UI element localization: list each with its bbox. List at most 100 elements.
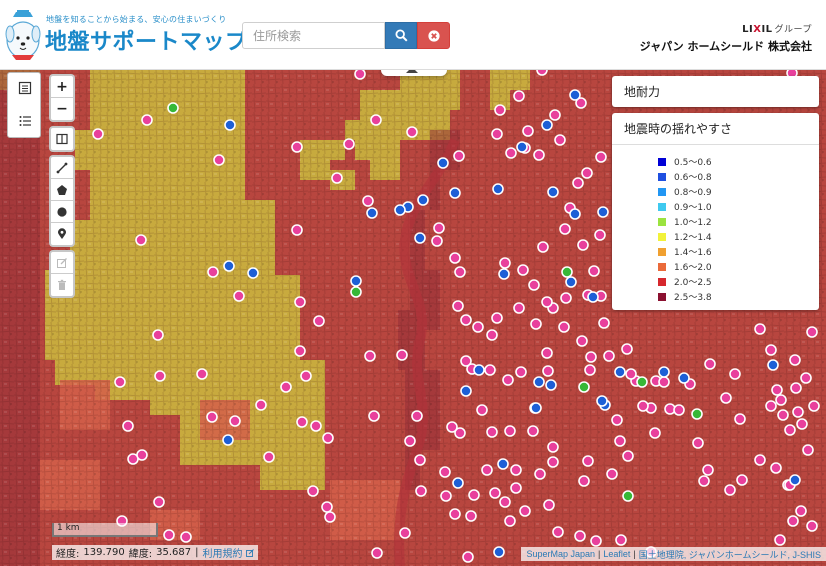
shaking-title[interactable]: 地震時の揺れやすさ <box>612 113 819 144</box>
property-marker[interactable] <box>468 489 480 501</box>
attribution-sources[interactable]: 国土地理院, ジャパンホームシールド, J-SHIS <box>639 548 821 561</box>
property-marker[interactable] <box>569 89 581 101</box>
property-marker[interactable] <box>806 520 818 532</box>
property-marker[interactable] <box>554 134 566 146</box>
property-marker[interactable] <box>440 490 452 502</box>
property-marker[interactable] <box>499 257 511 269</box>
property-marker[interactable] <box>502 374 514 386</box>
property-marker[interactable] <box>533 376 545 388</box>
property-marker[interactable] <box>581 167 593 179</box>
property-marker[interactable] <box>754 323 766 335</box>
property-marker[interactable] <box>368 410 380 422</box>
property-marker[interactable] <box>484 364 496 376</box>
property-marker[interactable] <box>399 527 411 539</box>
property-marker[interactable] <box>565 276 577 288</box>
property-marker[interactable] <box>560 292 572 304</box>
property-marker[interactable] <box>321 501 333 513</box>
property-marker[interactable] <box>513 302 525 314</box>
property-marker[interactable] <box>486 329 498 341</box>
property-marker[interactable] <box>698 475 710 487</box>
property-marker[interactable] <box>492 183 504 195</box>
property-marker[interactable] <box>734 413 746 425</box>
property-marker[interactable] <box>625 368 637 380</box>
property-marker[interactable] <box>498 268 510 280</box>
property-marker[interactable] <box>559 223 571 235</box>
split-view-button[interactable] <box>51 128 73 150</box>
property-marker[interactable] <box>300 370 312 382</box>
property-marker[interactable] <box>473 364 485 376</box>
property-marker[interactable] <box>636 376 648 388</box>
property-marker[interactable] <box>263 451 275 463</box>
property-marker[interactable] <box>504 515 516 527</box>
property-marker[interactable] <box>296 416 308 428</box>
property-marker[interactable] <box>489 487 501 499</box>
property-marker[interactable] <box>543 499 555 511</box>
property-marker[interactable] <box>691 408 703 420</box>
property-marker[interactable] <box>452 300 464 312</box>
property-marker[interactable] <box>207 266 219 278</box>
property-marker[interactable] <box>585 351 597 363</box>
property-marker[interactable] <box>433 222 445 234</box>
property-marker[interactable] <box>541 119 553 131</box>
property-marker[interactable] <box>587 291 599 303</box>
property-marker[interactable] <box>153 496 165 508</box>
search-button[interactable] <box>385 22 417 49</box>
property-marker[interactable] <box>497 458 509 470</box>
property-marker[interactable] <box>411 410 423 422</box>
property-marker[interactable] <box>224 119 236 131</box>
property-marker[interactable] <box>167 102 179 114</box>
property-marker[interactable] <box>537 241 549 253</box>
property-marker[interactable] <box>362 195 374 207</box>
property-marker[interactable] <box>598 317 610 329</box>
property-marker[interactable] <box>255 399 267 411</box>
property-marker[interactable] <box>206 411 218 423</box>
property-marker[interactable] <box>541 347 553 359</box>
property-marker[interactable] <box>415 485 427 497</box>
property-marker[interactable] <box>528 279 540 291</box>
property-marker[interactable] <box>406 126 418 138</box>
property-marker[interactable] <box>558 321 570 333</box>
property-marker[interactable] <box>404 435 416 447</box>
property-marker[interactable] <box>533 149 545 161</box>
property-marker[interactable] <box>154 370 166 382</box>
property-marker[interactable] <box>597 206 609 218</box>
property-marker[interactable] <box>792 406 804 418</box>
property-marker[interactable] <box>736 474 748 486</box>
property-marker[interactable] <box>790 382 802 394</box>
property-marker[interactable] <box>465 510 477 522</box>
attribution-supermap[interactable]: SuperMap Japan <box>526 549 595 559</box>
property-marker[interactable] <box>294 345 306 357</box>
property-marker[interactable] <box>561 266 573 278</box>
property-marker[interactable] <box>354 70 366 80</box>
property-marker[interactable] <box>515 366 527 378</box>
property-marker[interactable] <box>213 154 225 166</box>
delete-button[interactable] <box>51 274 73 296</box>
property-marker[interactable] <box>222 434 234 446</box>
property-marker[interactable] <box>615 534 627 546</box>
property-marker[interactable] <box>439 466 451 478</box>
property-marker[interactable] <box>449 252 461 264</box>
draw-circle-button[interactable] <box>51 201 73 223</box>
property-marker[interactable] <box>606 468 618 480</box>
property-marker[interactable] <box>350 286 362 298</box>
property-marker[interactable] <box>574 530 586 542</box>
property-marker[interactable] <box>774 534 786 546</box>
map-area[interactable]: + − 地耐力 地震時の揺れやすさ 0.5〜0.6 0.6〜0.8 0.8〜0.… <box>0 70 826 566</box>
property-marker[interactable] <box>122 420 134 432</box>
property-marker[interactable] <box>223 260 235 272</box>
property-marker[interactable] <box>796 418 808 430</box>
property-marker[interactable] <box>702 464 714 476</box>
property-marker[interactable] <box>233 290 245 302</box>
property-marker[interactable] <box>542 365 554 377</box>
zoom-out-button[interactable]: − <box>51 98 73 120</box>
property-marker[interactable] <box>658 366 670 378</box>
property-marker[interactable] <box>806 326 818 338</box>
property-marker[interactable] <box>692 437 704 449</box>
property-marker[interactable] <box>549 109 561 121</box>
property-marker[interactable] <box>621 343 633 355</box>
property-marker[interactable] <box>460 385 472 397</box>
property-marker[interactable] <box>366 207 378 219</box>
property-marker[interactable] <box>771 384 783 396</box>
terms-link[interactable]: 利用規約 <box>202 545 242 560</box>
property-marker[interactable] <box>704 358 716 370</box>
